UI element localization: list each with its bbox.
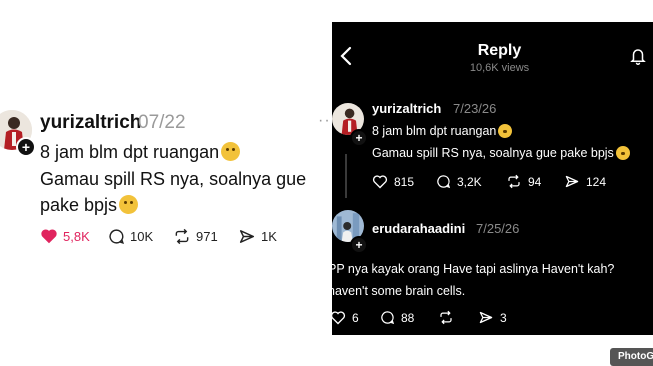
comment-button[interactable]: 3,2K — [436, 174, 482, 189]
comment-count: 88 — [401, 310, 415, 325]
like-button[interactable]: 6 — [332, 310, 359, 325]
repost-count: 971 — [196, 229, 218, 244]
emoji-icon — [119, 195, 139, 214]
page-title: Reply — [477, 42, 522, 59]
emoji-icon — [498, 124, 513, 138]
emoji-icon — [221, 142, 241, 161]
like-button[interactable]: 5,8K — [40, 228, 90, 244]
watermark: PhotoG — [610, 348, 653, 366]
repost-button[interactable]: 971 — [173, 228, 218, 245]
plus-icon[interactable]: + — [350, 129, 368, 147]
repost-button[interactable]: 94 — [506, 174, 541, 189]
post-text-line-2: Gamau spill RS nya, soalnya gue — [40, 169, 307, 189]
repost-button[interactable] — [438, 310, 454, 325]
share-button[interactable]: 3 — [478, 310, 507, 325]
share-button[interactable]: 124 — [564, 174, 606, 189]
username[interactable]: erudarahaadini — [372, 221, 465, 236]
heart-icon — [332, 311, 346, 325]
heart-icon — [41, 229, 57, 244]
post-text-line-1: 8 jam blm dpt ruangan — [372, 124, 513, 138]
plus-icon[interactable]: + — [16, 137, 36, 157]
like-count: 5,8K — [63, 228, 90, 244]
reply-text-line-1: PP nya kayak orang Have tapi aslinya Hav… — [332, 262, 615, 276]
emoji-icon — [615, 146, 630, 160]
comment-icon — [437, 175, 451, 189]
heart-icon — [372, 175, 388, 189]
views-count: 10,6K views — [469, 62, 530, 74]
post-text-line-3: pake bpjs — [40, 195, 139, 216]
comment-button[interactable]: 88 — [380, 310, 414, 325]
share-count: 124 — [586, 174, 607, 189]
comment-icon — [109, 229, 124, 244]
like-button[interactable]: 815 — [372, 174, 414, 189]
post-time: 7/23/26 — [453, 101, 497, 116]
repost-count: 94 — [528, 174, 542, 189]
post-time: 7/25/26 — [476, 221, 520, 236]
like-count: 815 — [394, 174, 415, 189]
username[interactable]: yurizaltrich — [40, 112, 141, 134]
share-button[interactable]: 1K — [238, 228, 277, 245]
post-text-line-2: Gamau spill RS nya, soalnya gue pake bpj… — [372, 146, 630, 160]
like-count: 6 — [352, 310, 359, 325]
right-thread-panel: Reply 10,6K views + yurizaltrich 7/23/26… — [332, 22, 653, 335]
post-time: 07/22 — [138, 112, 186, 133]
repost-icon — [175, 228, 189, 245]
plus-icon[interactable]: + — [350, 236, 368, 254]
comment-icon — [381, 311, 395, 325]
share-count: 1K — [261, 229, 277, 244]
post-text-line-1: 8 jam blm dpt ruangan — [40, 142, 241, 163]
repost-icon — [508, 174, 520, 189]
share-count: 3 — [500, 310, 507, 325]
comment-count: 10K — [130, 229, 154, 244]
share-icon — [479, 311, 493, 324]
share-icon — [565, 175, 579, 188]
bell-icon[interactable] — [629, 46, 647, 66]
share-icon — [239, 230, 255, 243]
thread-connector — [345, 154, 347, 198]
repost-icon — [440, 310, 452, 325]
reply-text-line-2: haven't some brain cells. — [332, 284, 466, 298]
comment-count: 3,2K — [457, 174, 482, 189]
left-post-panel: + yurizaltrich 07/22 ··· 8 jam blm dpt r… — [0, 0, 336, 366]
username[interactable]: yurizaltrich — [372, 101, 441, 116]
comment-button[interactable]: 10K — [108, 228, 153, 245]
